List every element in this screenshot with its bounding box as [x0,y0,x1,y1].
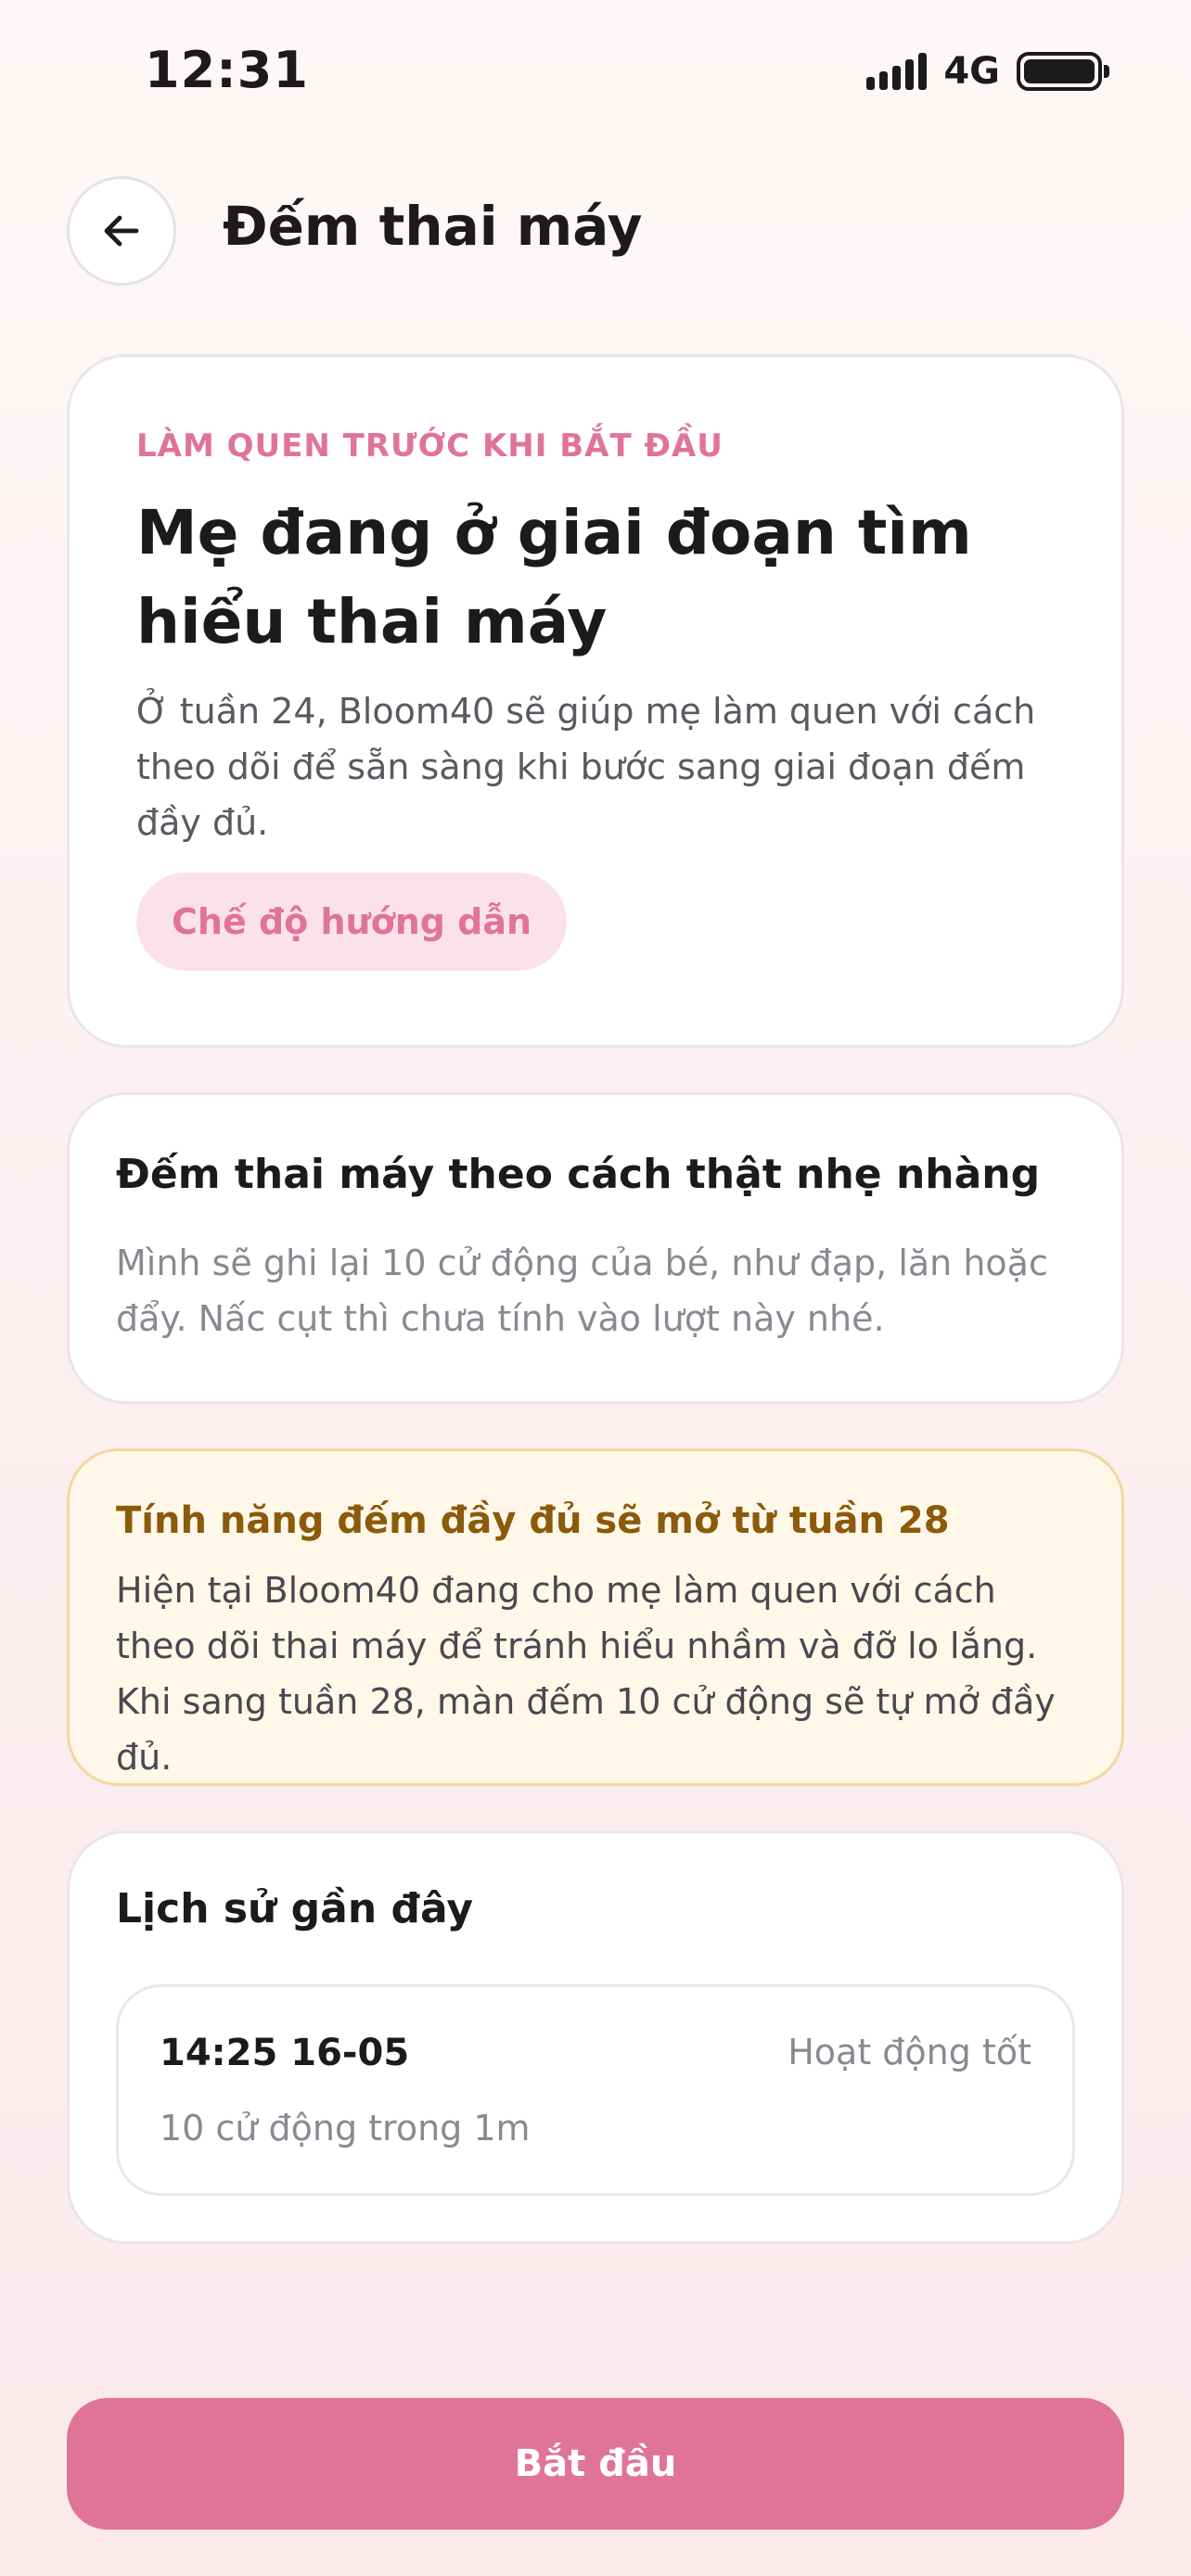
gentle-card-body: Mình sẽ ghi lại 10 cử động của bé, như đ… [116,1243,1048,1339]
status-indicators: 4G [866,50,1109,93]
gentle-card-title: Đếm thai máy theo cách thật nhẹ nhàng [116,1151,1041,1198]
intro-card: LÀM QUEN TRƯỚC KHI BẮT ĐẦU Mẹ đang ở gia… [67,354,1124,1048]
signal-icon [866,53,928,90]
notice-title: Tính năng đếm đầy đủ sẽ mở từ tuần 28 [116,1499,950,1542]
history-entry[interactable]: 14:25 16-05 Hoạt động tốt 10 cử động tro… [116,1984,1075,2196]
history-entry-detail: 10 cử động trong 1m [160,2108,531,2149]
gentle-counting-card: Đếm thai máy theo cách thật nhẹ nhàng Mì… [67,1092,1124,1404]
page-title: Đếm thai máy [223,195,643,258]
week-28-notice: Tính năng đếm đầy đủ sẽ mở từ tuần 28 Hi… [67,1448,1124,1786]
intro-heading: Mẹ đang ở giai đoạn tìm hiểu thai máy [136,497,972,657]
intro-eyebrow: LÀM QUEN TRƯỚC KHI BẮT ĐẦU [136,427,724,465]
status-time: 12:31 [145,41,309,99]
battery-icon [1017,52,1109,91]
intro-body: Ở tuần 24, Bloom40 sẽ giúp mẹ làm quen v… [136,691,1036,843]
guide-mode-badge: Chế độ hướng dẫn [136,873,568,971]
history-card: Lịch sử gần đây 14:25 16-05 Hoạt động tố… [67,1830,1124,2244]
history-title: Lịch sử gần đây [116,1885,474,1932]
notice-body: Hiện tại Bloom40 đang cho mẹ làm quen vớ… [116,1570,1056,1778]
back-button[interactable] [67,176,176,286]
status-bar: 12:31 4G [0,0,1191,139]
history-entry-status: Hoạt động tốt [788,2032,1031,2072]
start-button[interactable]: Bắt đầu [67,2398,1124,2530]
arrow-left-icon [104,215,139,247]
network-type: 4G [943,50,1000,93]
